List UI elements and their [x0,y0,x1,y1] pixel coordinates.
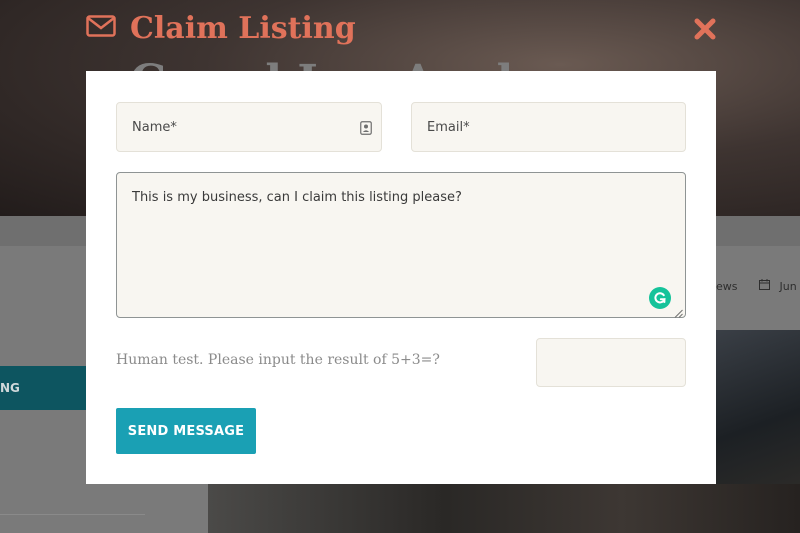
grammarly-icon[interactable] [649,287,671,309]
meta-views: ews [716,280,738,293]
captcha-input[interactable] [536,338,686,387]
post-photo-bottom [208,484,800,533]
message-text: This is my business, can I claim this li… [132,190,462,205]
contact-card-icon [360,121,372,135]
meta-date: Jun 1 [779,280,800,293]
send-message-button[interactable]: SEND MESSAGE [116,408,256,454]
post-meta: ews Jun 1 [716,279,800,293]
resize-handle-icon[interactable] [674,306,683,318]
human-test-label: Human test. Please input the result of 5… [116,352,440,368]
post-photo [716,330,800,484]
email-field[interactable]: Email* [411,102,686,152]
email-placeholder: Email* [427,120,470,135]
sidebar-tab: NG [0,366,86,410]
name-field[interactable]: Name* [116,102,382,152]
modal-header: Claim Listing [86,6,356,50]
sidebar-tab-label: NG [0,381,20,395]
calendar-icon [759,279,770,293]
envelope-icon [86,15,130,41]
sidebar-divider [0,514,145,515]
name-placeholder: Name* [132,120,177,135]
close-icon[interactable] [693,17,717,41]
message-textarea[interactable]: This is my business, can I claim this li… [116,172,686,318]
modal-title: Claim Listing [130,10,356,46]
claim-listing-modal: Name* Email* This is my business, can I … [86,71,716,484]
